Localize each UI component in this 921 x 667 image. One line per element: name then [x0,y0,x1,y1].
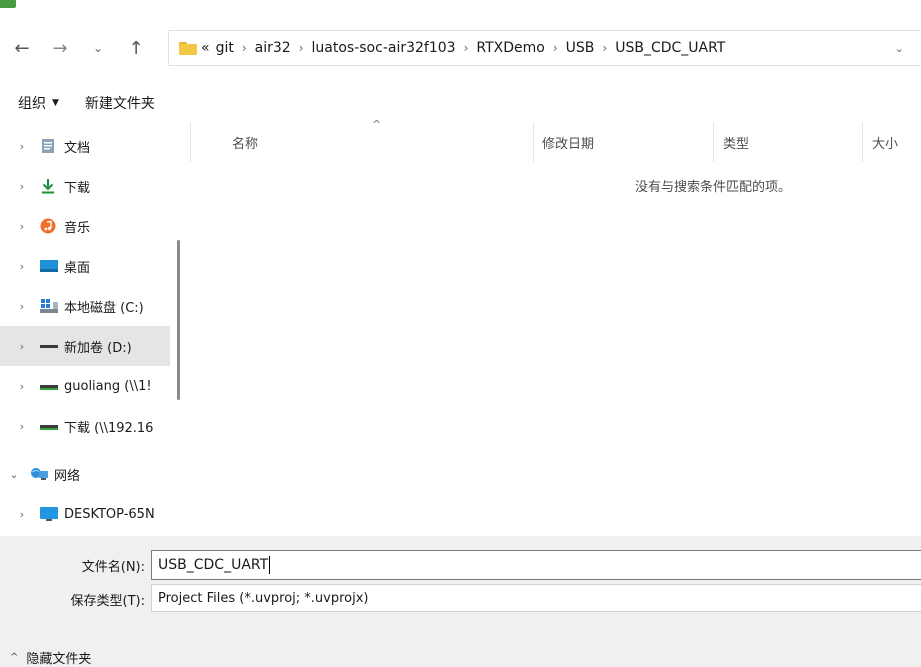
sidebar-item-documents[interactable]: › 文档 [0,126,170,166]
chevron-up-icon: ^ [10,652,18,663]
chevron-right-icon[interactable]: › [545,41,566,55]
sidebar-item-desktop-65n[interactable]: › DESKTOP-65N [0,494,170,534]
chevron-right-icon[interactable]: › [16,508,28,521]
column-headers: 名称 ^ 修改日期 类型 大小 [190,122,921,162]
chevron-right-icon[interactable]: › [16,180,28,193]
column-header-date[interactable]: 修改日期 [542,122,594,162]
chevron-right-icon[interactable]: › [16,260,28,273]
recent-locations-button[interactable]: ⌄ [88,22,108,74]
sidebar-item-label: 新加卷 (D:) [64,337,132,356]
arrow-right-icon: → [52,38,67,59]
up-button[interactable]: ↑ [122,22,150,74]
breadcrumb-usb[interactable]: USB [566,40,595,56]
chevron-right-icon[interactable]: › [16,380,28,393]
filename-input[interactable]: USB_CDC_UART [151,550,921,580]
network-drive-icon [40,378,58,394]
column-header-name[interactable]: 名称 [232,122,258,162]
network-drive-icon [40,418,58,434]
column-header-size[interactable]: 大小 [872,122,898,162]
sidebar-item-label: 网络 [54,465,80,484]
sidebar-item-label: guoliang (\\1! [64,379,152,394]
caret-down-icon: ▼ [52,98,59,108]
sidebar-item-label: DESKTOP-65N [64,507,155,522]
windows-drive-icon [40,298,58,314]
breadcrumb-usb-cdc-uart[interactable]: USB_CDC_UART [615,40,725,56]
arrow-up-icon: ↑ [128,38,143,59]
filename-value: USB_CDC_UART [158,557,268,573]
breadcrumb-git[interactable]: git [216,40,234,56]
arrow-left-icon: ← [14,38,29,59]
hide-folders-toggle[interactable]: ^ 隐藏文件夹 [10,648,91,667]
organize-label: 组织 [18,93,46,113]
sidebar-item-local-disk-c[interactable]: › 本地磁盘 (C:) [0,286,170,326]
address-bar[interactable]: « git › air32 › luatos-soc-air32f103 › R… [168,30,920,66]
sidebar-item-label: 下载 [64,177,90,196]
chevron-right-icon[interactable]: › [16,220,28,233]
chevron-right-icon[interactable]: › [456,41,477,55]
sidebar-item-label: 音乐 [64,217,90,236]
new-folder-button[interactable]: 新建文件夹 [85,93,155,113]
sidebar-item-network[interactable]: ⌄ 网络 [0,454,170,494]
drive-icon [40,338,58,354]
chevron-right-icon[interactable]: › [16,420,28,433]
title-bar [0,0,921,14]
filetype-label: 保存类型(T): [71,590,145,609]
document-icon [40,138,58,154]
column-divider[interactable] [713,122,714,162]
column-divider[interactable] [533,122,534,162]
navigation-row: ← → ⌄ ↑ « git › air32 › luatos-soc-air32… [0,22,921,74]
filetype-value: Project Files (*.uvproj; *.uvprojx) [158,591,369,606]
sidebar-item-label: 桌面 [64,257,90,276]
sidebar-item-desktop[interactable]: › 桌面 [0,246,170,286]
chevron-down-icon[interactable]: ⌄ [8,468,20,481]
sidebar-item-new-volume-d[interactable]: › 新加卷 (D:) [0,326,170,366]
sidebar-item-label: 本地磁盘 (C:) [64,297,144,316]
chevron-right-icon[interactable]: › [16,140,28,153]
breadcrumb-overflow[interactable]: « [201,40,210,56]
sidebar-item-label: 文档 [64,137,90,156]
breadcrumb-rtxdemo[interactable]: RTXDemo [476,40,544,56]
app-icon [0,0,16,8]
breadcrumb-air32[interactable]: air32 [255,40,291,56]
chevron-down-icon: ⌄ [93,41,103,55]
text-cursor [269,556,270,574]
save-options-panel: 文件名(N): USB_CDC_UART 保存类型(T): Project Fi… [0,536,921,667]
sidebar-item-network-drive-guoliang[interactable]: › guoliang (\\1! [0,366,170,406]
organize-button[interactable]: 组织 ▼ [18,93,59,113]
hide-folders-label: 隐藏文件夹 [26,648,91,667]
empty-results-message: 没有与搜索条件匹配的项。 [635,176,791,195]
sidebar-scrollbar[interactable] [177,240,180,400]
filetype-select[interactable]: Project Files (*.uvproj; *.uvprojx) [151,584,921,612]
chevron-right-icon[interactable]: › [234,41,255,55]
column-divider[interactable] [862,122,863,162]
download-icon [40,178,58,194]
chevron-right-icon[interactable]: › [16,340,28,353]
command-bar: 组织 ▼ 新建文件夹 [0,84,921,122]
column-divider[interactable] [190,122,191,162]
network-icon [30,466,48,482]
back-button[interactable]: ← [8,22,36,74]
chevron-right-icon[interactable]: › [594,41,615,55]
sidebar-item-network-drive-downloads[interactable]: › 下载 (\\192.16 [0,406,170,446]
forward-button[interactable]: → [46,22,74,74]
navigation-pane: › 文档 › 下载 › 音乐 › 桌面 › 本地磁盘 (C:) [0,122,190,536]
sidebar-item-downloads[interactable]: › 下载 [0,166,170,206]
chevron-right-icon[interactable]: › [16,300,28,313]
filename-label: 文件名(N): [82,556,145,575]
folder-icon [179,42,197,55]
desktop-icon [40,258,58,274]
music-icon [40,218,58,234]
address-dropdown-icon[interactable]: ⌄ [895,31,904,65]
computer-icon [40,506,58,522]
column-header-type[interactable]: 类型 [723,122,749,162]
sidebar-item-music[interactable]: › 音乐 [0,206,170,246]
breadcrumb-luatos[interactable]: luatos-soc-air32f103 [312,40,456,56]
sort-ascending-icon: ^ [372,118,381,131]
file-list: 名称 ^ 修改日期 类型 大小 没有与搜索条件匹配的项。 [190,122,921,536]
chevron-right-icon[interactable]: › [291,41,312,55]
sidebar-item-label: 下载 (\\192.16 [64,417,153,436]
